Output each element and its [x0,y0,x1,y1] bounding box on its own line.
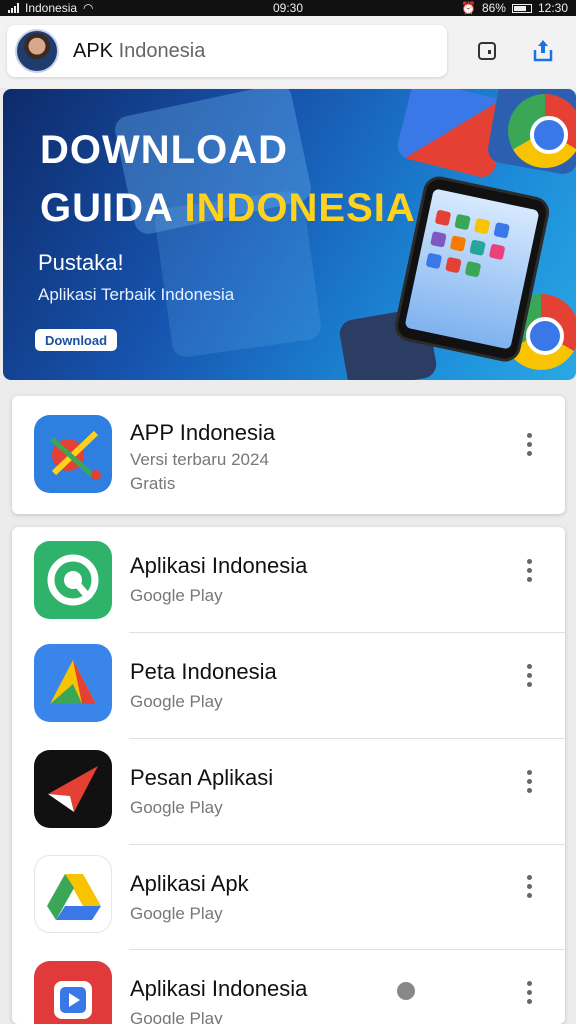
list-item-subtitle: Google Play [130,586,223,605]
avatar[interactable] [15,29,59,73]
alarm-icon: ⏰ [460,1,476,15]
more-options-button[interactable] [519,661,539,689]
more-options-button[interactable] [519,978,539,1006]
brand-light: Indonesia [118,39,206,62]
list-item-icon [34,961,112,1024]
banner-title-yellow: INDONESIA [184,186,416,230]
app-header: APK Indonesia [0,16,576,88]
carrier-label: Indonesia [25,1,78,15]
app-list-card: Aplikasi Indonesia Google Play Peta Indo… [12,527,565,1024]
list-item-subtitle: Google Play [130,798,223,817]
wifi-icon: ◠ [83,1,94,15]
banner-title-line2: GUIDA INDONESIA [40,186,416,231]
download-icon[interactable] [397,982,415,1000]
list-item-subtitle: Google Play [130,904,223,923]
status-bar: Indonesia ◠ 09:30 ⏰ 86% 12:30 [0,0,576,16]
banner-download-button[interactable]: Download [35,329,117,351]
more-options-button[interactable] [519,430,539,458]
divider [129,949,565,950]
list-item-icon [34,541,112,619]
featured-app-card[interactable]: APP Indonesia Versi terbaru 2024 Gratis [12,396,565,514]
banner-title-line1: DOWNLOAD [40,128,288,172]
list-item-title[interactable]: Aplikasi Apk [130,871,249,897]
list-item-title[interactable]: Aplikasi Indonesia [130,976,307,1002]
more-options-button[interactable] [519,872,539,900]
battery-icon [511,3,532,13]
chrome-logo-icon [508,94,576,168]
brand-strong: APK [73,39,114,62]
brand-title: APK Indonesia [73,40,205,63]
share-icon [533,40,553,62]
list-item-subtitle: Google Play [130,1009,223,1024]
signal-icon [8,3,19,13]
more-options-button[interactable] [519,556,539,584]
list-item-title[interactable]: Peta Indonesia [130,659,277,685]
list-item-icon [34,750,112,828]
featured-app-subtitle: Versi terbaru 2024 [130,450,269,469]
banner-description: Aplikasi Terbaik Indonesia [38,285,235,304]
featured-app-tag: Gratis [130,474,176,493]
banner-title-white: GUIDA [40,186,173,230]
battery-percent: 86% [481,1,506,15]
list-item-title[interactable]: Pesan Aplikasi [130,765,273,791]
list-item-icon [34,855,112,933]
list-item-title[interactable]: Aplikasi Indonesia [130,553,307,579]
divider [129,738,565,739]
clipboard-icon [478,42,496,60]
status-time-right: 12:30 [537,1,568,15]
banner-subtitle: Pustaka! [38,250,124,275]
search-bar[interactable]: APK Indonesia [7,25,447,77]
divider [129,844,565,845]
clipboard-button[interactable] [472,36,502,66]
list-item-subtitle: Google Play [130,692,223,711]
divider [129,632,565,633]
featured-app-icon [34,415,112,493]
featured-app-title: APP Indonesia [130,420,276,445]
share-button[interactable] [528,36,558,66]
list-item-icon [34,644,112,722]
status-time: 09:30 [272,1,304,15]
more-options-button[interactable] [519,767,539,795]
